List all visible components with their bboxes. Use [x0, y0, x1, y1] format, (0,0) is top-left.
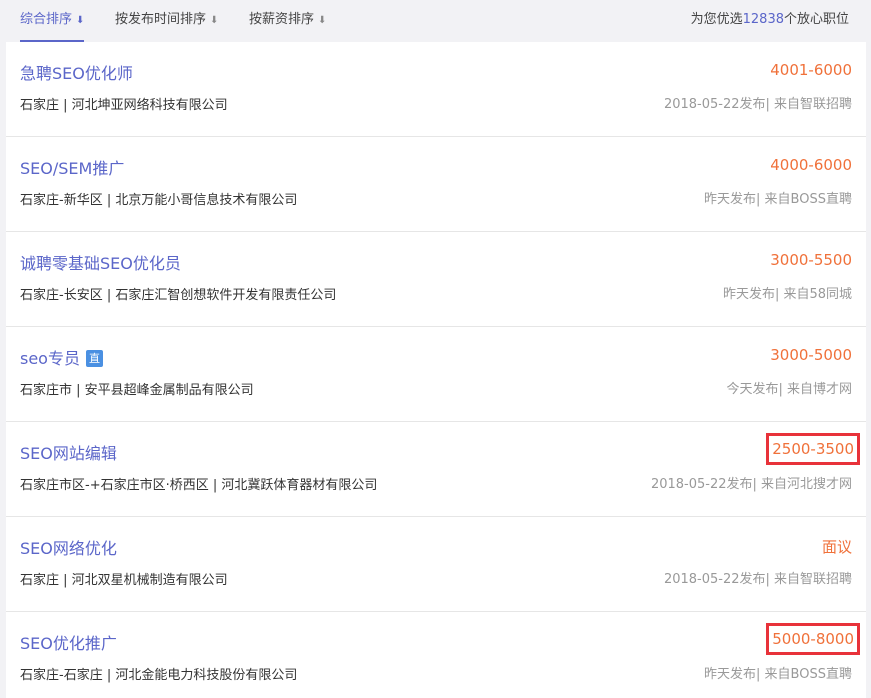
- job-item[interactable]: SEO优化推广 5000-8000 石家庄-石家庄 | 河北金能电力科技股份有限…: [6, 612, 866, 698]
- job-company[interactable]: 石家庄汇智创想软件开发有限责任公司: [115, 288, 336, 303]
- sort-tab-label: 综合排序: [20, 12, 73, 27]
- sort-tab-salary[interactable]: 按薪资排序 ⬇: [249, 0, 326, 42]
- job-title[interactable]: seo专员: [20, 349, 80, 368]
- sort-tab-label: 按薪资排序: [249, 12, 315, 27]
- job-item[interactable]: seo专员直 3000-5000 石家庄市 | 安平县超峰金属制品有限公司 今天…: [6, 327, 866, 422]
- job-company[interactable]: 安平县超峰金属制品有限公司: [85, 383, 254, 398]
- arrow-down-icon: ⬇: [76, 15, 85, 26]
- job-meta: 石家庄-新华区 | 北京万能小哥信息技术有限公司: [20, 189, 297, 208]
- job-title-wrap[interactable]: seo专员直: [20, 345, 103, 369]
- job-source: 昨天发布| 来自BOSS直聘: [704, 192, 852, 207]
- job-list: 急聘SEO优化师 4001-6000 石家庄 | 河北坤亚网络科技有限公司 20…: [6, 42, 866, 698]
- job-location: 石家庄-长安区 |: [20, 288, 112, 303]
- job-location: 石家庄 |: [20, 573, 68, 588]
- sort-tab-comprehensive[interactable]: 综合排序 ⬇: [20, 0, 85, 42]
- job-salary-highlighted: 5000-8000: [766, 623, 860, 655]
- job-company[interactable]: 河北金能电力科技股份有限公司: [115, 668, 297, 683]
- job-title[interactable]: SEO网站编辑: [20, 440, 117, 464]
- job-company[interactable]: 河北冀跃体育器材有限公司: [221, 478, 377, 493]
- job-meta: 石家庄-长安区 | 石家庄汇智创想软件开发有限责任公司: [20, 284, 336, 303]
- job-location: 石家庄 |: [20, 98, 68, 113]
- job-salary: 4000-6000: [770, 156, 852, 174]
- result-count: 12838: [742, 12, 784, 27]
- job-salary: 面议: [821, 538, 852, 556]
- job-salary: 4001-6000: [770, 61, 852, 79]
- job-company[interactable]: 河北双星机械制造有限公司: [72, 573, 228, 588]
- job-salary-highlighted: 2500-3500: [766, 433, 860, 465]
- job-meta: 石家庄 | 河北坤亚网络科技有限公司: [20, 94, 228, 113]
- job-salary: 3000-5000: [770, 346, 852, 364]
- job-salary: 3000-5500: [770, 251, 852, 269]
- job-company[interactable]: 河北坤亚网络科技有限公司: [72, 98, 228, 113]
- job-location: 石家庄市 |: [20, 383, 81, 398]
- job-title[interactable]: 诚聘零基础SEO优化员: [20, 250, 181, 274]
- sort-tab-label: 按发布时间排序: [115, 12, 207, 27]
- job-title[interactable]: SEO网络优化: [20, 535, 117, 559]
- job-title[interactable]: 急聘SEO优化师: [20, 60, 133, 84]
- job-source: 昨天发布| 来自58同城: [722, 287, 852, 302]
- job-meta: 石家庄市 | 安平县超峰金属制品有限公司: [20, 379, 254, 398]
- job-location: 石家庄市区-+石家庄市区·桥西区 |: [20, 478, 218, 493]
- result-summary: 为您优选12838个放心职位: [691, 0, 849, 42]
- job-location: 石家庄-石家庄 |: [20, 668, 112, 683]
- job-item[interactable]: 诚聘零基础SEO优化员 3000-5500 石家庄-长安区 | 石家庄汇智创想软…: [6, 232, 866, 327]
- job-meta: 石家庄-石家庄 | 河北金能电力科技股份有限公司: [20, 664, 297, 683]
- job-item[interactable]: SEO网站编辑 2500-3500 石家庄市区-+石家庄市区·桥西区 | 河北冀…: [6, 422, 866, 517]
- job-source: 昨天发布| 来自BOSS直聘: [704, 667, 852, 682]
- job-meta: 石家庄 | 河北双星机械制造有限公司: [20, 569, 228, 588]
- direct-hire-badge: 直: [85, 350, 103, 367]
- job-source: 2018-05-22发布| 来自智联招聘: [663, 572, 852, 587]
- job-source: 2018-05-22发布| 来自河北搜才网: [650, 477, 852, 492]
- sort-bar: 综合排序 ⬇ 按发布时间排序 ⬇ 按薪资排序 ⬇ 为您优选12838个放心职位: [0, 0, 871, 42]
- job-company[interactable]: 北京万能小哥信息技术有限公司: [115, 193, 297, 208]
- job-title[interactable]: SEO/SEM推广: [20, 155, 124, 179]
- job-title[interactable]: SEO优化推广: [20, 630, 117, 654]
- job-meta: 石家庄市区-+石家庄市区·桥西区 | 河北冀跃体育器材有限公司: [20, 474, 377, 493]
- job-source: 2018-05-22发布| 来自智联招聘: [663, 97, 852, 112]
- summary-prefix: 为您优选: [690, 12, 743, 27]
- job-item[interactable]: SEO/SEM推广 4000-6000 石家庄-新华区 | 北京万能小哥信息技术…: [6, 137, 866, 232]
- sort-tab-publish-time[interactable]: 按发布时间排序 ⬇: [115, 0, 218, 42]
- arrow-down-icon: ⬇: [210, 15, 219, 26]
- job-source: 今天发布| 来自博才网: [726, 382, 852, 397]
- arrow-down-icon: ⬇: [318, 15, 327, 26]
- job-item[interactable]: 急聘SEO优化师 4001-6000 石家庄 | 河北坤亚网络科技有限公司 20…: [6, 42, 866, 137]
- job-location: 石家庄-新华区 |: [20, 193, 112, 208]
- summary-suffix: 个放心职位: [783, 12, 849, 27]
- job-item[interactable]: SEO网络优化 面议 石家庄 | 河北双星机械制造有限公司 2018-05-22…: [6, 517, 866, 612]
